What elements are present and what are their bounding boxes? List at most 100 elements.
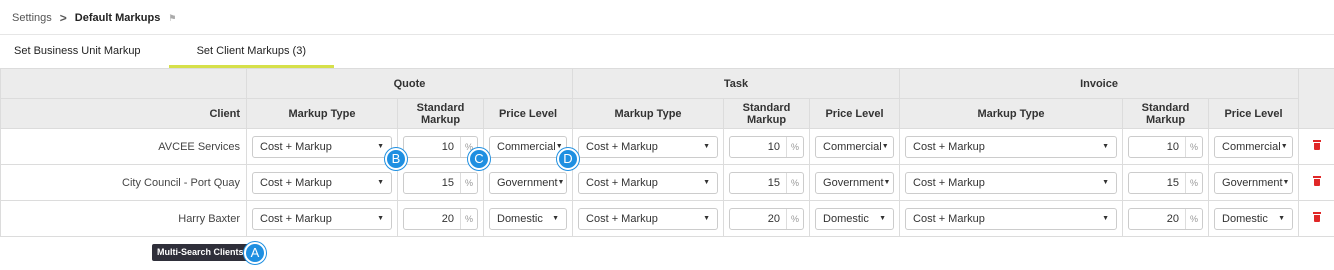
task-standard-markup-input[interactable]: 20% (729, 207, 805, 230)
tab-business-unit-markup[interactable]: Set Business Unit Markup (0, 38, 155, 68)
client-name: AVCEE Services (0, 128, 247, 165)
invoice-markup-type-select[interactable]: Cost + Markup ▼ (905, 171, 1118, 194)
task-price-level-select[interactable]: Government ▼ (815, 171, 895, 194)
caret-down-icon: ▼ (1102, 179, 1110, 186)
select-value: Domestic (823, 212, 869, 225)
task-standard-markup-input[interactable]: 15% (729, 171, 805, 194)
task-standard-markup-input[interactable]: 10% (729, 135, 805, 158)
group-header-quote: Quote (245, 68, 574, 99)
group-header-task: Task (572, 68, 901, 99)
percent-addon: % (1185, 172, 1202, 193)
caret-down-icon: ▼ (1282, 179, 1290, 186)
task-markup-type-select[interactable]: Cost + Markup ▼ (578, 207, 719, 230)
input-value: 10 (441, 140, 454, 153)
column-header-price-level: Price Level (482, 98, 574, 129)
task-price-level-select[interactable]: Domestic ▼ (815, 207, 895, 230)
invoice-price-level-select[interactable]: Domestic ▼ (1214, 207, 1294, 230)
caret-down-icon: ▼ (879, 215, 887, 222)
input-value: 10 (767, 140, 781, 153)
select-value: Cost + Markup (586, 212, 658, 225)
invoice-markup-type-select[interactable]: Cost + Markup ▼ (905, 135, 1118, 158)
select-value: Cost + Markup (260, 176, 332, 189)
column-header-markup-type: Markup Type (246, 98, 398, 129)
column-header-price-level: Price Level (1208, 98, 1300, 129)
invoice-standard-markup-input[interactable]: 15% (1128, 171, 1204, 194)
quote-standard-markup-input[interactable]: 10% (403, 135, 478, 158)
tab-bar: Set Business Unit Markup Set Client Mark… (0, 38, 334, 68)
column-header-standard-markup: Standard Markup (723, 98, 811, 129)
trash-icon[interactable] (1312, 212, 1321, 222)
table-row: AVCEE Services Cost + Markup ▼ 10% Commer… (0, 128, 1334, 165)
input-value: 15 (441, 176, 454, 189)
input-value: 20 (441, 212, 454, 225)
select-value: Commercial (823, 140, 882, 153)
caret-down-icon: ▼ (1102, 143, 1110, 150)
bookmark-icon[interactable]: ⚑ (168, 13, 178, 23)
trash-icon[interactable] (1312, 140, 1321, 150)
select-value: Cost + Markup (913, 176, 985, 189)
input-value: 15 (1166, 176, 1180, 189)
quote-price-level-select[interactable]: Government ▼ (489, 171, 568, 194)
client-markups-table: Quote Task Invoice Client Markup Type St… (0, 68, 1334, 237)
invoice-price-level-select[interactable]: Commercial ▼ (1214, 135, 1294, 158)
caret-down-icon: ▼ (1102, 215, 1110, 222)
callout-b: B (385, 148, 407, 170)
column-header-standard-markup: Standard Markup (1122, 98, 1210, 129)
select-value: Cost + Markup (586, 176, 658, 189)
breadcrumb-settings-link[interactable]: Settings (12, 12, 52, 24)
caret-down-icon: ▼ (552, 215, 560, 222)
select-value: Cost + Markup (586, 140, 658, 153)
tab-client-markups[interactable]: Set Client Markups (3) (168, 38, 334, 68)
caret-down-icon: ▼ (703, 179, 711, 186)
select-value: Commercial (1222, 140, 1281, 153)
select-value: Government (497, 176, 558, 189)
caret-down-icon: ▼ (1280, 143, 1288, 150)
multi-search-clients-button[interactable]: Multi-Search Clients (152, 244, 249, 261)
group-header-invoice: Invoice (899, 68, 1300, 99)
input-value: 10 (1166, 140, 1180, 153)
select-value: Cost + Markup (913, 212, 985, 225)
invoice-markup-type-select[interactable]: Cost + Markup ▼ (905, 207, 1118, 230)
caret-down-icon: ▼ (703, 215, 711, 222)
invoice-price-level-select[interactable]: Government ▼ (1214, 171, 1294, 194)
column-header-client: Client (0, 98, 247, 129)
caret-down-icon: ▼ (377, 143, 384, 150)
select-value: Government (823, 176, 884, 189)
client-name: City Council - Port Quay (0, 164, 247, 201)
invoice-standard-markup-input[interactable]: 10% (1128, 135, 1204, 158)
select-value: Government (1222, 176, 1283, 189)
quote-price-level-select[interactable]: Commercial ▼ (489, 135, 568, 158)
callout-c: C (468, 148, 490, 170)
input-value: 15 (767, 176, 781, 189)
percent-addon: % (786, 208, 803, 229)
percent-addon: % (460, 208, 477, 229)
quote-standard-markup-input[interactable]: 20% (403, 207, 478, 230)
task-price-level-select[interactable]: Commercial ▼ (815, 135, 895, 158)
caret-down-icon: ▼ (703, 143, 711, 150)
table-row: Harry Baxter Cost + Markup ▼ 20% Domestic… (0, 200, 1334, 237)
caret-down-icon: ▼ (881, 143, 889, 150)
select-value: Domestic (497, 212, 543, 225)
caret-down-icon: ▼ (377, 215, 384, 222)
quote-standard-markup-input[interactable]: 15% (403, 171, 478, 194)
quote-price-level-select[interactable]: Domestic ▼ (489, 207, 568, 230)
caret-down-icon: ▼ (377, 179, 384, 186)
quote-markup-type-select[interactable]: Cost + Markup ▼ (252, 171, 392, 194)
trash-icon[interactable] (1312, 176, 1321, 186)
divider (0, 34, 1334, 35)
quote-markup-type-select[interactable]: Cost + Markup ▼ (252, 207, 392, 230)
select-value: Cost + Markup (260, 140, 332, 153)
callout-d: D (557, 148, 579, 170)
action-header (1298, 68, 1334, 129)
breadcrumb-separator: > (59, 11, 67, 25)
invoice-standard-markup-input[interactable]: 20% (1128, 207, 1204, 230)
breadcrumb: Settings > Default Markups ⚑ (12, 10, 178, 26)
select-value: Cost + Markup (260, 212, 332, 225)
select-value: Cost + Markup (913, 140, 985, 153)
caret-down-icon: ▼ (883, 179, 891, 186)
percent-addon: % (786, 172, 803, 193)
task-markup-type-select[interactable]: Cost + Markup ▼ (578, 135, 719, 158)
quote-markup-type-select[interactable]: Cost + Markup ▼ (252, 135, 392, 158)
input-value: 20 (1166, 212, 1180, 225)
task-markup-type-select[interactable]: Cost + Markup ▼ (578, 171, 719, 194)
